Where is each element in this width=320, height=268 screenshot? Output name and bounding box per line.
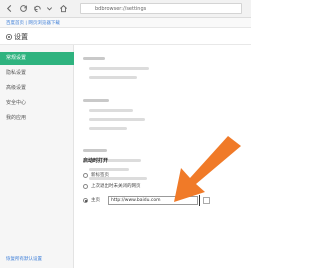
page-title: 设置: [14, 33, 28, 41]
refresh-icon[interactable]: [18, 3, 29, 14]
bookmark-link[interactable]: 百度首页 | 网页浏览器下载: [6, 20, 60, 26]
bookmark-bar: 百度首页 | 网页浏览器下载: [0, 18, 251, 28]
radio-button[interactable]: [83, 183, 88, 189]
radio-button-selected[interactable]: [83, 197, 88, 203]
option-label: 主页: [91, 198, 100, 203]
settings-main: 启动时打开: [75, 45, 251, 268]
sidebar-item-general[interactable]: 常规设置: [0, 52, 74, 65]
url-input-handle[interactable]: [203, 197, 210, 204]
dropdown-icon[interactable]: [44, 3, 55, 14]
blurred-text: [89, 76, 137, 79]
undo-icon[interactable]: [32, 3, 43, 14]
startup-section-title: 启动时打开: [83, 158, 109, 164]
option-label: 上次退出时未关闭的网页: [91, 184, 141, 189]
restore-defaults-link[interactable]: 恢复所有默认设置: [6, 256, 42, 262]
blurred-text: [89, 109, 133, 112]
home-icon[interactable]: [58, 3, 69, 14]
address-bar[interactable]: bdbrowser://settings: [80, 3, 242, 14]
blurred-text: [89, 127, 127, 130]
blurred-section-title: [83, 99, 109, 102]
sidebar-item-privacy[interactable]: 隐私设置: [0, 67, 74, 80]
settings-sidebar: 常规设置 隐私设置 高级设置 安全中心 我的应用 恢复所有默认设置: [0, 45, 74, 268]
sidebar-item-advanced[interactable]: 高级设置: [0, 82, 74, 95]
settings-gear-icon: [5, 33, 13, 41]
sidebar-item-apps[interactable]: 我的应用: [0, 112, 74, 125]
address-text: bdbrowser://settings: [95, 6, 147, 12]
startup-option-homepage[interactable]: 主页: [83, 196, 100, 204]
startup-option-newtab[interactable]: 新标签页: [83, 171, 109, 179]
startup-option-restore[interactable]: 上次退出时未关闭的网页: [83, 182, 141, 190]
sidebar-item-security[interactable]: 安全中心: [0, 97, 74, 110]
text-cursor: [199, 195, 200, 206]
blurred-section-title: [83, 57, 105, 60]
blurred-text: [89, 118, 145, 121]
blurred-text: [89, 67, 149, 70]
settings-header: 设置: [0, 29, 251, 45]
browser-toolbar: bdbrowser://settings: [0, 0, 251, 18]
option-label: 新标签页: [91, 173, 109, 178]
back-icon[interactable]: [4, 3, 15, 14]
radio-button[interactable]: [83, 172, 88, 178]
homepage-url-input[interactable]: http://www.baidu.com: [108, 196, 198, 205]
blurred-section-title: [83, 149, 107, 152]
